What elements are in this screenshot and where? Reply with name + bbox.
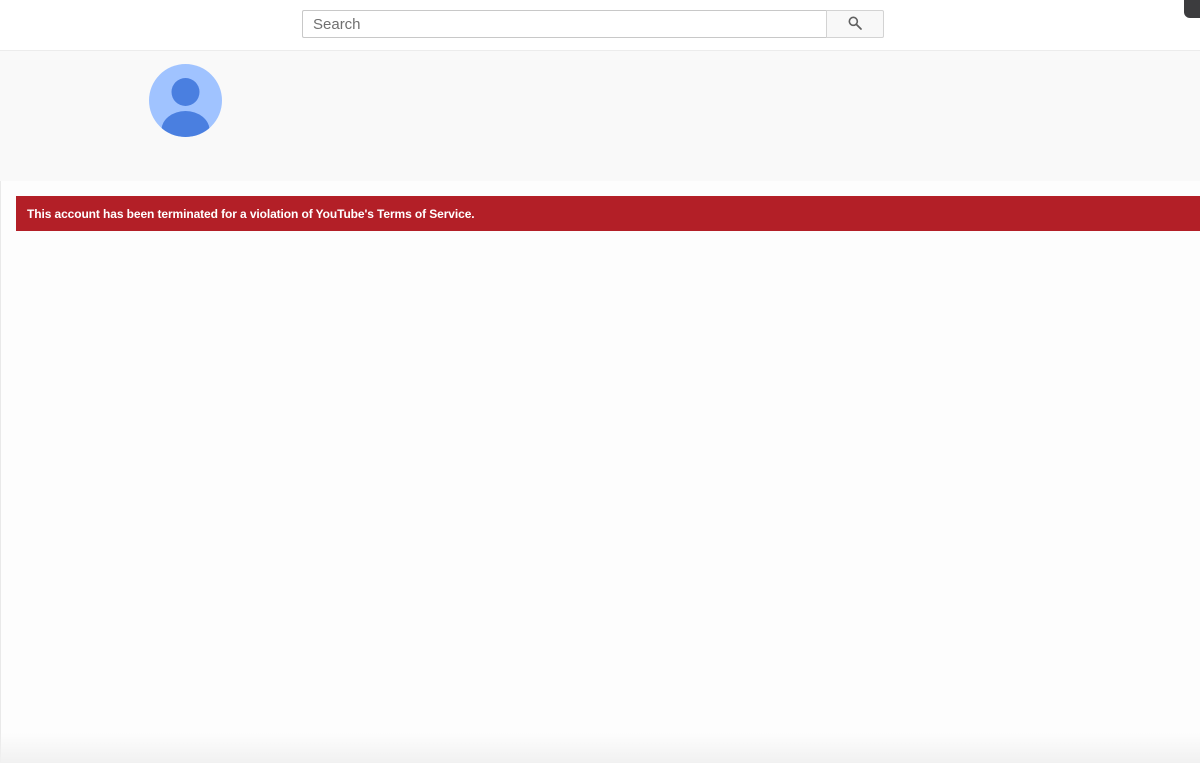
search-icon <box>847 15 863 34</box>
search-box <box>302 10 884 38</box>
default-avatar-icon <box>149 64 222 137</box>
corner-widget[interactable] <box>1184 0 1200 18</box>
masthead <box>0 0 1200 51</box>
search-button[interactable] <box>826 10 884 38</box>
search-input[interactable] <box>302 10 827 38</box>
channel-avatar <box>149 64 222 137</box>
termination-alert-text: This account has been terminated for a v… <box>27 206 475 221</box>
bottom-fade <box>0 733 1200 763</box>
page: This account has been terminated for a v… <box>0 0 1200 763</box>
channel-header <box>0 51 1200 181</box>
termination-alert: This account has been terminated for a v… <box>16 196 1200 231</box>
left-divider <box>0 181 1 763</box>
